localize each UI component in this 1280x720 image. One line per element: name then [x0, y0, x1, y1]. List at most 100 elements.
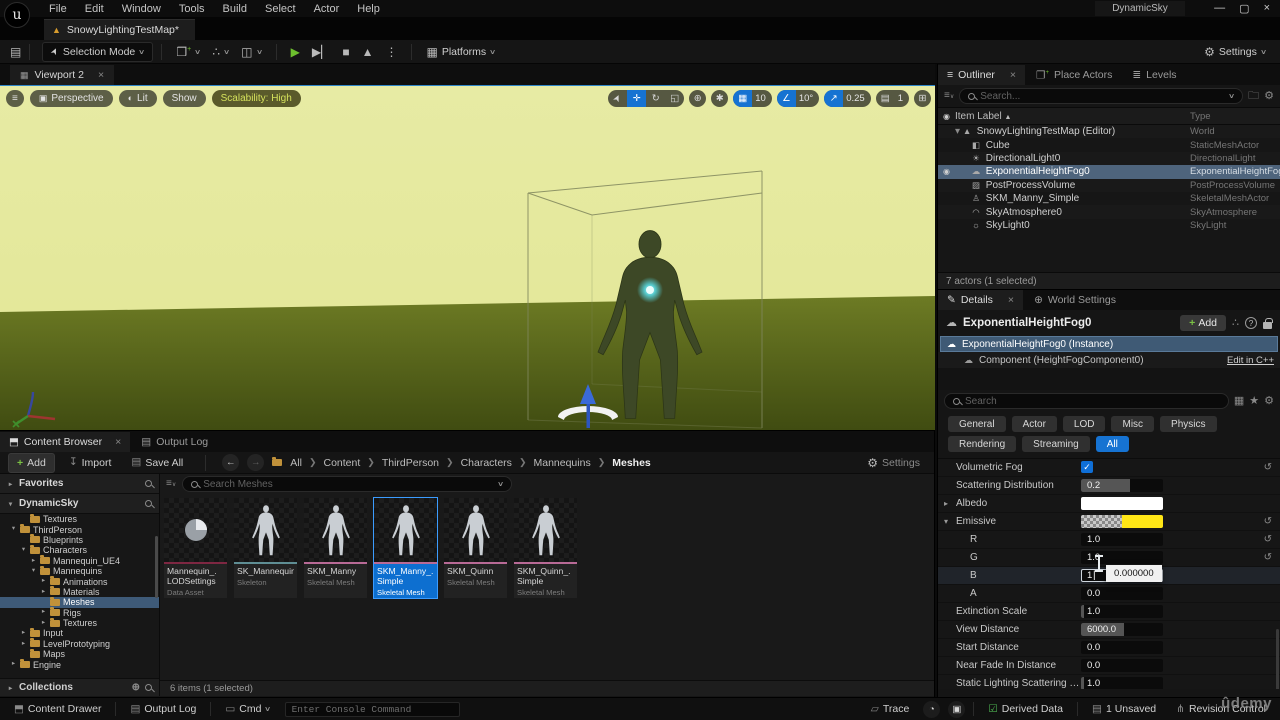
import-button[interactable]: ↧Import [63, 455, 118, 471]
color-swatch-emissive[interactable] [1081, 515, 1163, 528]
outliner-row[interactable]: ▨ PostProcessVolumePostProcessVolume [938, 179, 1280, 192]
tree-folder-levelprototyping[interactable]: ▸LevelPrototyping [0, 639, 159, 649]
camera-speed-control[interactable]: ▤ 1 [876, 90, 909, 107]
grid-snap-control[interactable]: ▦ 10 [733, 90, 772, 107]
tab-outliner[interactable]: ≡ Outliner × [938, 65, 1025, 85]
tab-level[interactable]: ▲ SnowyLightingTestMap* [44, 19, 195, 40]
node-graph-icon[interactable]: ∴ [1232, 318, 1239, 329]
tab-output-log[interactable]: ▤ Output Log [132, 432, 217, 452]
asset-tile[interactable]: SKM_Quinn_.SimpleSkeletal Mesh [514, 498, 577, 598]
category-chip-lod[interactable]: LOD [1063, 416, 1106, 432]
eject-button[interactable]: ▲ [356, 43, 380, 61]
outliner-search-field[interactable] [980, 91, 1224, 102]
save-all-button[interactable]: ▤Save All [125, 455, 189, 471]
scale-snap-control[interactable]: ↗ 0.25 [824, 90, 871, 107]
expander-icon[interactable]: ▾ [30, 568, 37, 575]
property-value[interactable]: 0.0 [1081, 641, 1163, 654]
property-value[interactable]: 6000.0 [1081, 623, 1163, 636]
filter-icon[interactable]: ≡∨ [166, 479, 176, 489]
close-icon[interactable]: × [98, 69, 104, 81]
minimize-button[interactable]: — [1214, 2, 1225, 15]
search-icon[interactable] [145, 684, 152, 691]
content-drawer-button[interactable]: ⬒ Content Drawer [8, 701, 107, 717]
scalability-badge[interactable]: Scalability: High [212, 90, 301, 107]
property-value[interactable]: 0.0 [1081, 659, 1163, 672]
color-swatch-white[interactable] [1081, 497, 1163, 510]
tab-place-actors[interactable]: ❒+ Place Actors [1027, 65, 1121, 85]
reset-to-default-icon[interactable]: ↺ [1264, 517, 1272, 527]
frame-skip-button[interactable]: ▶▏ [306, 43, 336, 61]
chevron-down-icon[interactable]: ∨ [497, 480, 504, 488]
expander-icon[interactable]: ▾ [944, 518, 948, 526]
tree-folder-characters[interactable]: ▾Characters [0, 545, 159, 555]
expander-icon[interactable]: ▸ [40, 589, 47, 596]
collections-section[interactable]: ▸Collections ⊕ [0, 678, 159, 696]
property-value[interactable]: 1.0 [1081, 677, 1163, 689]
details-search-field[interactable] [965, 396, 1220, 407]
add-collection-icon[interactable]: ⊕ [132, 683, 140, 693]
menu-select[interactable]: Select [256, 1, 305, 17]
rotation-snap-control[interactable]: ∠ 10° [777, 90, 819, 107]
category-chip-general[interactable]: General [948, 416, 1006, 432]
tree-scrollbar[interactable] [155, 536, 158, 598]
component-row[interactable]: ☁ Component (HeightFogComponent0) Edit i… [938, 352, 1280, 368]
world-space-icon[interactable]: ⊕ [689, 90, 706, 107]
tree-folder-textures[interactable]: Textures [0, 514, 159, 524]
tab-levels[interactable]: ≣ Levels [1123, 65, 1185, 85]
menu-help[interactable]: Help [348, 1, 389, 17]
blueprints-dropdown[interactable]: ∴∨ [206, 43, 235, 61]
instance-row[interactable]: ☁ ExponentialHeightFog0 (Instance) [940, 336, 1278, 352]
details-scrollbar[interactable] [1276, 629, 1279, 689]
category-chip-rendering[interactable]: Rendering [948, 436, 1016, 452]
property-value[interactable]: 1.0 [1081, 605, 1163, 618]
expander-icon[interactable]: ▸ [10, 661, 17, 668]
property-value[interactable]: 0.2 [1081, 479, 1163, 492]
screenshot-icon[interactable]: ▣ [948, 701, 965, 718]
outliner-row[interactable]: ◉☁ ExponentialHeightFog0ExponentialHeigh… [938, 165, 1280, 178]
asset-tile[interactable]: SKM_QuinnSkeletal Mesh [444, 498, 507, 598]
settings-dropdown[interactable]: ⚙ Settings ∨ [1198, 43, 1272, 61]
expander-icon[interactable]: ▸ [20, 641, 27, 648]
expander-icon[interactable]: ▾ [10, 526, 17, 533]
surface-snap-icon[interactable]: ✱ [711, 90, 728, 107]
expander-icon[interactable]: ▸ [40, 620, 47, 627]
outliner-row[interactable]: ☼ SkyLight0SkyLight [938, 219, 1280, 232]
restore-button[interactable]: ▢ [1239, 2, 1249, 15]
outliner-column-header[interactable]: ◉ Item Label ▲ Type [938, 107, 1280, 125]
cinematics-dropdown[interactable]: ◫∨ [235, 43, 267, 61]
selection-mode-dropdown[interactable]: ➤ Selection Mode ∨ [42, 42, 153, 62]
stop-button[interactable]: ■ [336, 43, 355, 61]
back-icon[interactable]: ← [222, 454, 239, 471]
display-options-icon[interactable]: ▦ [1234, 396, 1244, 407]
menu-actor[interactable]: Actor [305, 1, 349, 17]
insights-icon[interactable]: ◔ [923, 701, 940, 718]
property-value[interactable]: ✓ [1081, 461, 1163, 474]
asset-tile[interactable]: Mannequin_.LODSettingsData Asset [164, 498, 227, 598]
category-chip-streaming[interactable]: Streaming [1022, 436, 1090, 452]
rotate-tool-icon[interactable]: ↻ [646, 90, 665, 107]
tab-viewport-2[interactable]: ▦ Viewport 2 × [10, 65, 114, 85]
breadcrumb-item[interactable]: Content [324, 457, 361, 469]
visibility-eye-icon[interactable]: ◉ [938, 167, 955, 176]
output-log-button[interactable]: ▤ Output Log [124, 701, 202, 717]
outliner-row[interactable]: ◧ CubeStaticMeshActor [938, 138, 1280, 151]
menu-edit[interactable]: Edit [76, 1, 113, 17]
project-root-section[interactable]: ▾DynamicSky [0, 494, 159, 514]
unreal-logo-icon[interactable]: u [4, 2, 30, 28]
forward-icon[interactable]: → [247, 454, 264, 471]
menu-build[interactable]: Build [214, 1, 256, 17]
outliner-row[interactable]: ◠ SkyAtmosphere0SkyAtmosphere [938, 205, 1280, 218]
tree-folder-thirdperson[interactable]: ▾ThirdPerson [0, 524, 159, 534]
tree-folder-mannequins[interactable]: ▾Mannequins [0, 566, 159, 576]
play-options-icon[interactable]: ⋮ [379, 43, 403, 61]
category-chip-all[interactable]: All [1096, 436, 1129, 452]
lock-icon[interactable] [1263, 322, 1272, 329]
tab-content-browser[interactable]: ⬒ Content Browser × [0, 432, 130, 452]
menu-tools[interactable]: Tools [170, 1, 214, 17]
maximize-viewport-icon[interactable]: ⊞ [914, 90, 931, 107]
breadcrumb-item[interactable]: ThirdPerson [382, 457, 439, 469]
breadcrumb-item[interactable]: All [290, 457, 302, 469]
expander-icon[interactable]: ▸ [20, 630, 27, 637]
outliner-row[interactable]: ▾ ▲ SnowyLightingTestMap (Editor)World [938, 125, 1280, 138]
expander-icon[interactable]: ▸ [30, 558, 37, 565]
